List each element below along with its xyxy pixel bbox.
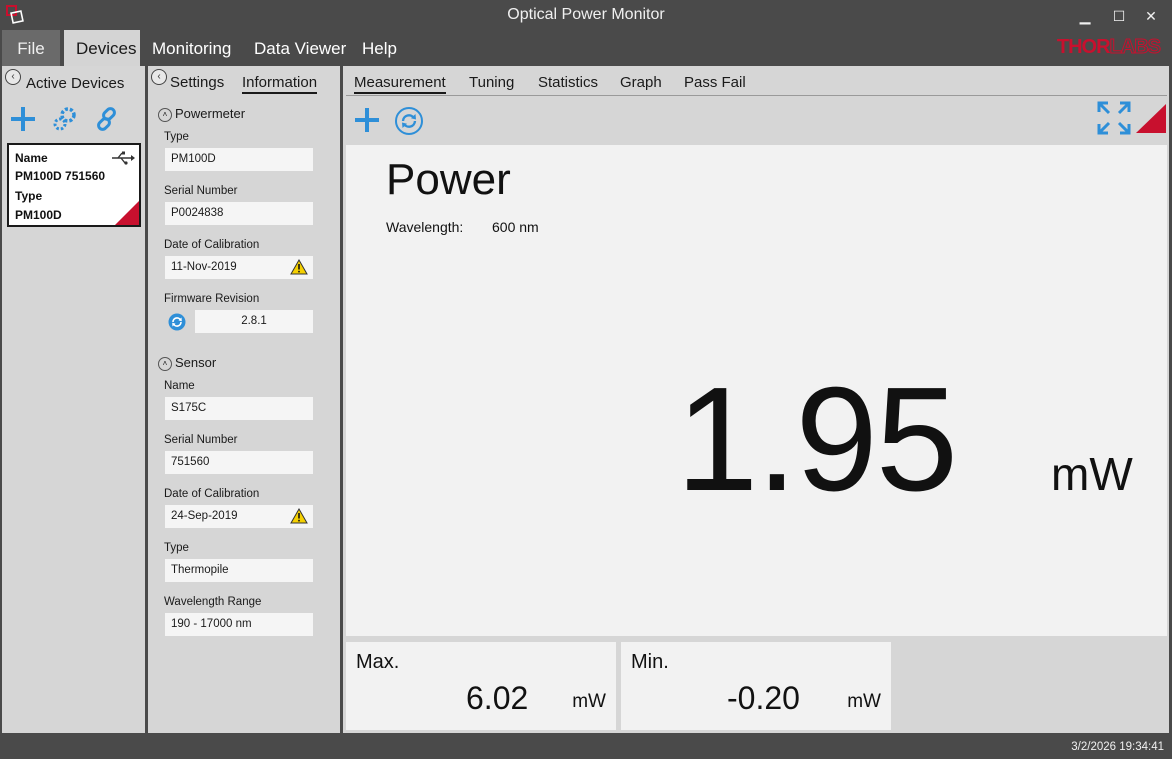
device-name-label: Name: [15, 151, 48, 165]
brand-thor: THOR: [1056, 36, 1111, 58]
power-reading: 1.95: [676, 357, 958, 522]
chevron-up-icon: ˄: [158, 107, 172, 122]
wavelength-label: Wavelength:: [386, 219, 464, 235]
collapse-mid-button[interactable]: ‹: [151, 69, 167, 85]
tab-information[interactable]: Information: [242, 74, 318, 94]
pm-calibration-field: 11-Nov-2019: [165, 256, 313, 279]
chevron-left-icon: ‹: [11, 71, 15, 82]
min-stat-box: Min. -0.20 mW: [621, 642, 891, 730]
device-name-value: PM100D 751560: [15, 169, 106, 183]
menu-bar: File Devices Monitoring Data Viewer Help: [0, 30, 1172, 66]
window-title: Optical Power Monitor: [507, 6, 665, 23]
active-devices-panel: ‹ Active Devices Name PM100D 751560 Type…: [2, 66, 145, 733]
sensor-serial-label: Serial Number: [164, 434, 238, 446]
sensor-range-label: Wavelength Range: [164, 596, 262, 608]
tab-graph[interactable]: Graph: [620, 74, 662, 91]
thorlabs-logo: THORLABS: [1056, 36, 1162, 59]
connect-link-icon[interactable]: [94, 106, 120, 132]
menu-data-viewer[interactable]: Data Viewer: [242, 30, 358, 66]
menu-monitoring[interactable]: Monitoring: [140, 30, 243, 66]
sensor-type-field: Thermopile: [165, 559, 313, 582]
pm-calibration-value: 11-Nov-2019: [171, 261, 237, 273]
pm-type-field: PM100D: [165, 148, 313, 171]
sensor-calibration-field: 24-Sep-2019: [165, 505, 313, 528]
refresh-icon[interactable]: [394, 106, 424, 136]
maximize-icon: ☐: [1112, 8, 1126, 24]
sensor-name-field: S175C: [165, 397, 313, 420]
status-bar: 3/2/2026 19:34:41: [0, 735, 1172, 759]
fullscreen-icon[interactable]: [1097, 101, 1131, 135]
min-label: Min.: [631, 651, 669, 673]
max-stat-box: Max. 6.02 mW: [346, 642, 616, 730]
tab-divider: [346, 95, 1167, 96]
tab-settings[interactable]: Settings: [170, 74, 224, 91]
brand-labs: LABS: [1109, 36, 1161, 59]
measurement-title: Power: [386, 155, 511, 204]
pm-firmware-label: Firmware Revision: [164, 293, 260, 305]
tab-pass-fail[interactable]: Pass Fail: [684, 74, 746, 91]
tab-statistics[interactable]: Statistics: [538, 74, 598, 91]
menu-devices[interactable]: Devices: [64, 30, 140, 66]
device-type-value: PM100D: [15, 208, 62, 222]
sensor-section-header[interactable]: ˄ Sensor: [158, 355, 216, 371]
sensor-range-field: 190 - 17000 nm: [165, 613, 313, 636]
close-icon: ✕: [1145, 8, 1157, 24]
tab-measurement[interactable]: Measurement: [354, 74, 446, 94]
corner-indicator-icon: [1136, 104, 1166, 133]
min-value: -0.20: [727, 680, 800, 716]
tab-tuning[interactable]: Tuning: [469, 74, 514, 91]
pm-firmware-field: 2.8.1: [195, 310, 313, 333]
powermeter-section-header[interactable]: ˄ Powermeter: [158, 106, 245, 122]
corner-indicator-icon: [115, 201, 139, 225]
firmware-refresh-icon[interactable]: [168, 313, 186, 331]
max-label: Max.: [356, 651, 400, 673]
sensor-type-label: Type: [164, 542, 189, 554]
add-measurement-icon[interactable]: [354, 107, 380, 133]
sensor-name-label: Name: [164, 380, 195, 392]
minimize-icon: ▁: [1079, 8, 1091, 24]
add-device-icon[interactable]: [10, 106, 36, 132]
pm-serial-field: P0024838: [165, 202, 313, 225]
menu-file[interactable]: File: [2, 30, 60, 66]
measurement-panel: Measurement Tuning Statistics Graph Pass…: [343, 66, 1169, 733]
title-bar: Optical Power Monitor ▁ ☐ ✕: [0, 0, 1172, 32]
sensor-serial-field: 751560: [165, 451, 313, 474]
close-button[interactable]: ✕: [1136, 4, 1166, 28]
chevron-up-icon: ˄: [158, 356, 172, 371]
active-devices-title: Active Devices: [26, 75, 125, 92]
maximize-button[interactable]: ☐: [1104, 4, 1134, 28]
minimize-button[interactable]: ▁: [1070, 4, 1100, 28]
status-timestamp: 3/2/2026 19:34:41: [1071, 741, 1164, 753]
device-settings-icon[interactable]: [52, 106, 78, 132]
collapse-left-button[interactable]: ‹: [5, 69, 21, 85]
power-unit: mW: [1051, 448, 1133, 500]
sensor-calibration-value: 24-Sep-2019: [171, 510, 238, 522]
max-unit: mW: [572, 691, 606, 712]
pm-calibration-label: Date of Calibration: [164, 239, 260, 251]
measurement-display: Power Wavelength: 600 nm 1.95 mW: [346, 145, 1167, 636]
warning-icon: [290, 508, 308, 524]
warning-icon: [290, 259, 308, 275]
pm-type-label: Type: [164, 131, 189, 143]
powermeter-heading: Powermeter: [175, 106, 246, 121]
device-info-panel: ‹ Settings Information ˄ Powermeter Type …: [148, 66, 340, 733]
usb-icon: [112, 151, 135, 165]
chevron-left-icon: ‹: [157, 71, 161, 82]
max-value: 6.02: [466, 680, 529, 716]
device-type-label: Type: [15, 189, 43, 203]
sensor-heading: Sensor: [175, 355, 217, 370]
device-card-pm100d[interactable]: Name PM100D 751560 Type PM100D: [7, 143, 141, 227]
sensor-calibration-label: Date of Calibration: [164, 488, 260, 500]
menu-help[interactable]: Help: [350, 30, 409, 66]
wavelength-value: 600 nm: [492, 219, 539, 235]
pm-serial-label: Serial Number: [164, 185, 238, 197]
min-unit: mW: [847, 691, 881, 712]
